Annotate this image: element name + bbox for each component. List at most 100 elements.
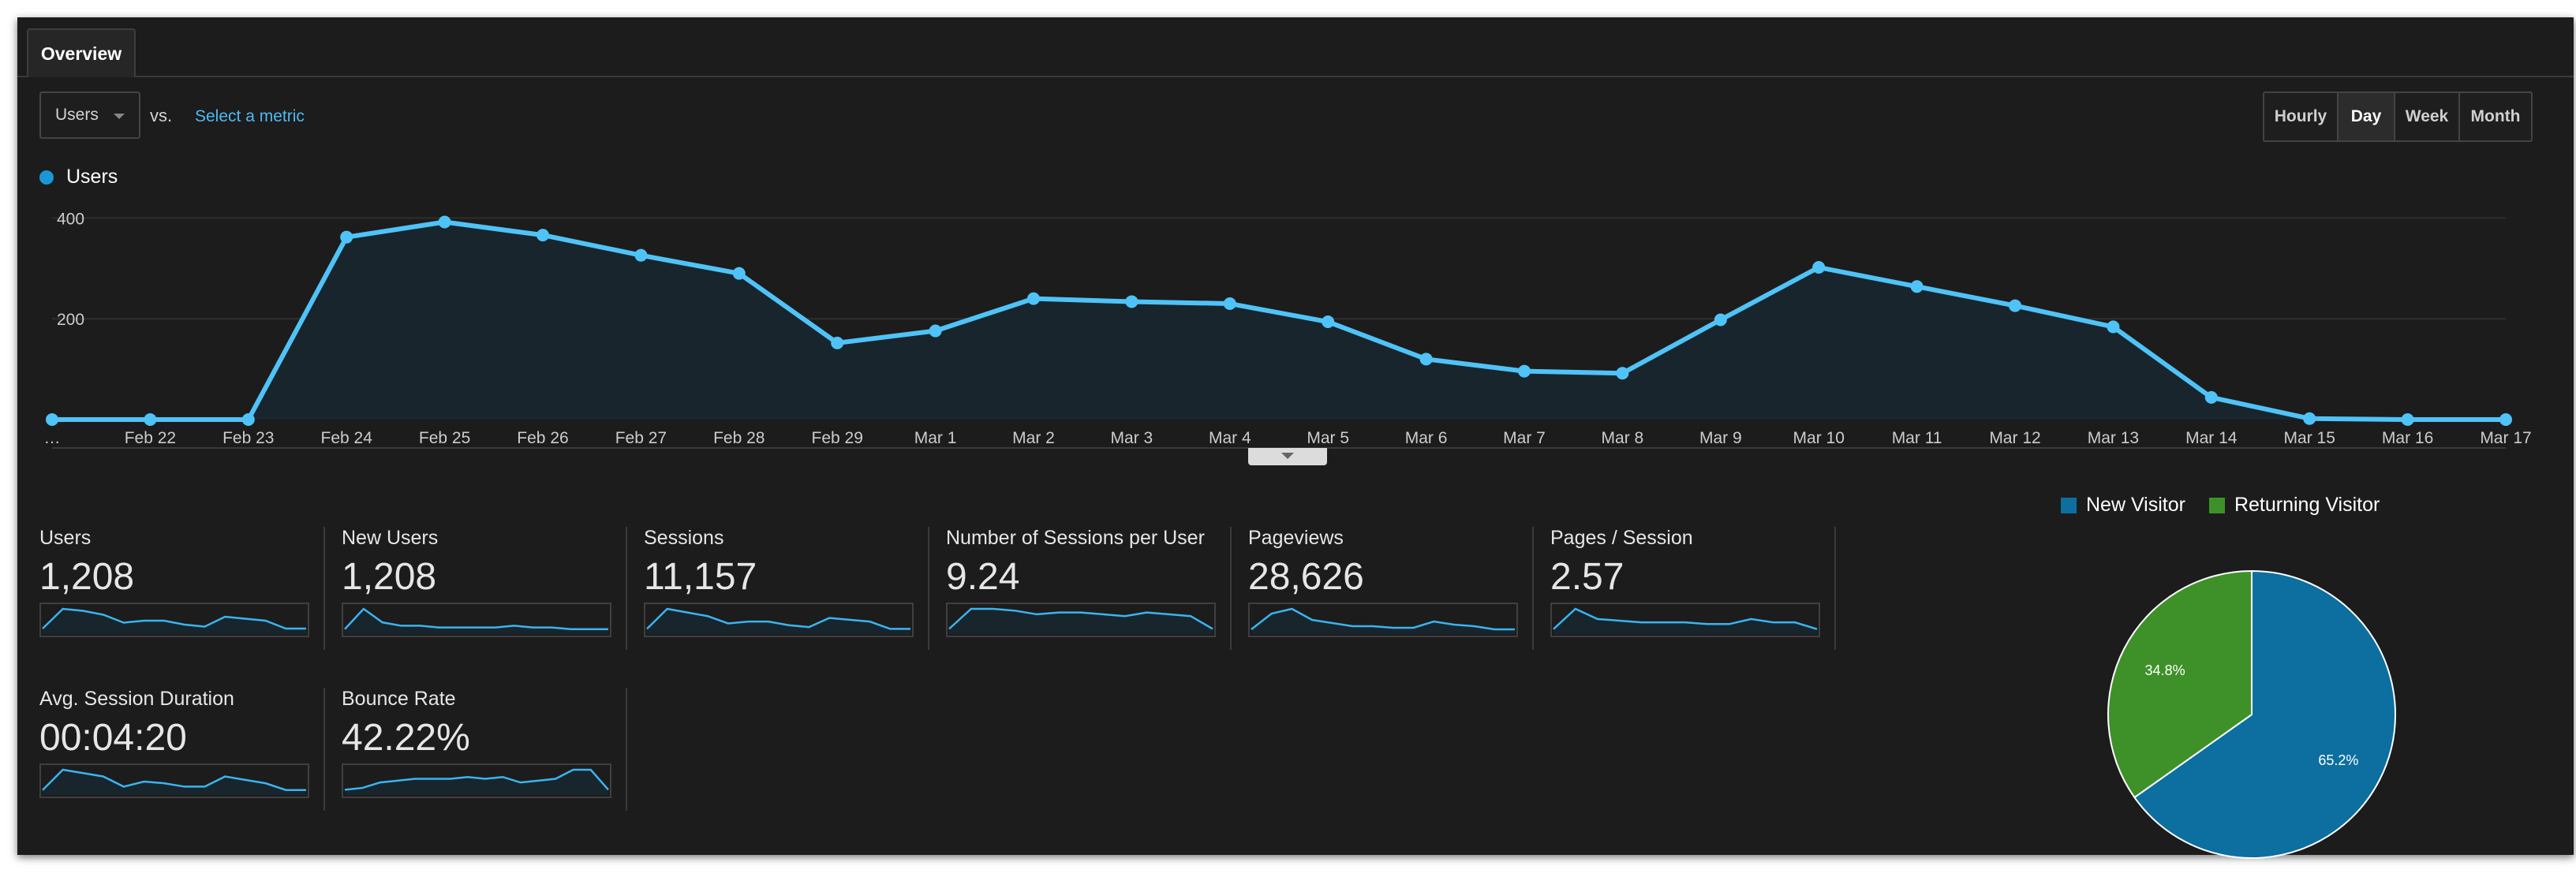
x-tick-label: … [44,429,61,447]
stat-name: Bounce Rate [342,688,456,710]
x-tick-label: Mar 6 [1405,429,1448,447]
x-tick-label: Feb 25 [419,429,470,447]
data-point [144,413,157,426]
x-tick-label: Mar 5 [1307,429,1349,447]
period-week-button[interactable]: Week [2395,93,2460,140]
data-point [241,413,255,426]
data-point [2107,320,2120,334]
sparkline [946,603,1216,637]
x-tick-label: Mar 1 [914,429,957,447]
users-area-fill [52,222,2506,420]
stat-value: 42.22% [342,717,470,759]
sparkline [1550,603,1820,637]
stat-new-users: New Users 1,208 [342,527,627,650]
stat-value: 9.24 [946,556,1020,598]
data-point [1322,315,1335,329]
stat-name: Sessions [644,527,724,549]
metric-select-value: Users [55,106,99,124]
users-line-chart: 400 200 … Feb 22 Feb 23 Feb 24 Feb 25 Feb 26 Feb… [44,210,2532,449]
x-tick-label: Feb 27 [615,429,667,447]
sparkline [39,763,309,798]
x-tick-label: Mar 15 [2284,429,2335,447]
data-point [438,215,451,229]
stat-value: 2.57 [1550,556,1624,598]
data-point [1125,295,1138,308]
data-point [1910,280,1924,293]
data-point [1419,353,1433,366]
data-point [2204,390,2218,404]
period-day-button[interactable]: Day [2339,93,2395,140]
data-point [2499,413,2512,426]
data-point [537,229,549,242]
data-point [46,413,58,426]
period-hourly-button[interactable]: Hourly [2264,93,2339,140]
stat-users: Users 1,208 [39,527,325,650]
x-tick-label: Feb 24 [321,429,373,447]
sparkline [39,603,309,637]
data-point [2303,412,2316,425]
pie-legend: New Visitor Returning Visitor [2061,494,2403,517]
chart-collapse-handle[interactable] [1248,448,1327,465]
metric-select[interactable]: Users [39,91,140,139]
stat-name: Pageviews [1248,527,1344,549]
data-point [2009,299,2021,312]
data-point [1027,292,1040,305]
sparkline [342,603,611,637]
y-tick-label: 400 [57,210,84,228]
sparkline [644,603,914,637]
stat-avg-session-duration: Avg. Session Duration 00:04:20 [39,688,325,811]
stat-name: Avg. Session Duration [39,688,234,710]
x-tick-label: Mar 14 [2185,429,2238,447]
stat-sessions-per-user: Number of Sessions per User 9.24 [946,527,1232,650]
chevron-down-icon [114,114,125,119]
data-point [1714,313,1727,327]
stat-bounce-rate: Bounce Rate 42.22% [342,688,627,811]
stat-name: New Users [342,527,439,549]
period-month-button[interactable]: Month [2460,93,2531,140]
legend-new-visitor: New Visitor [2086,494,2185,516]
data-point [340,230,353,244]
x-tick-label: Mar 9 [1699,429,1742,447]
data-point [2401,413,2414,426]
sparkline [1248,603,1518,637]
x-tick-label: Feb 26 [517,429,568,447]
select-metric-link[interactable]: Select a metric [195,107,305,126]
stat-name: Pages / Session [1550,527,1693,549]
legend-returning-visitor: Returning Visitor [2234,494,2380,516]
visitor-pie-chart: 65.2% 34.8% [2107,569,2396,859]
data-point [1616,367,1629,380]
x-tick-label: Feb 22 [125,429,176,447]
stat-name: Number of Sessions per User [946,527,1205,549]
period-selector: Hourly Day Week Month [2263,91,2533,142]
new-visitor-swatch [2061,497,2077,513]
x-tick-label: Mar 10 [1793,429,1845,447]
x-tick-label: Feb 23 [222,429,274,447]
sparkline [342,763,611,798]
sparkline-fill [1251,609,1515,634]
x-tick-label: Mar 11 [1892,429,1942,447]
x-tick-label: Mar 7 [1503,429,1546,447]
x-tick-label: Mar 8 [1602,429,1644,447]
pie-slice-label: 65.2% [2318,752,2358,768]
stat-pageviews: Pageviews 28,626 [1248,527,1534,650]
stat-value: 00:04:20 [39,717,187,759]
overview-panel: Overview Users vs. Select a metric Hourl… [17,17,2574,859]
stat-value: 1,208 [342,556,437,598]
vs-label: vs. [150,106,173,125]
y-tick-label: 200 [57,311,84,329]
pie-slice-label: 34.8% [2145,662,2185,678]
x-tick-label: Mar 16 [2382,429,2433,447]
x-tick-label: Mar 3 [1111,429,1153,447]
x-tick-label: Mar 17 [2480,429,2531,447]
data-point [929,324,942,338]
data-point [1223,297,1236,311]
tab-overview[interactable]: Overview [27,28,136,77]
stat-name: Users [39,527,92,549]
x-tick-label: Mar 13 [2088,429,2139,447]
data-point [831,336,844,349]
x-tick-label: Mar 12 [1989,429,2040,447]
stat-sessions: Sessions 11,157 [644,527,929,650]
x-tick-label: Feb 28 [713,429,765,447]
stat-value: 1,208 [39,556,135,598]
sparkline-fill [345,609,608,634]
